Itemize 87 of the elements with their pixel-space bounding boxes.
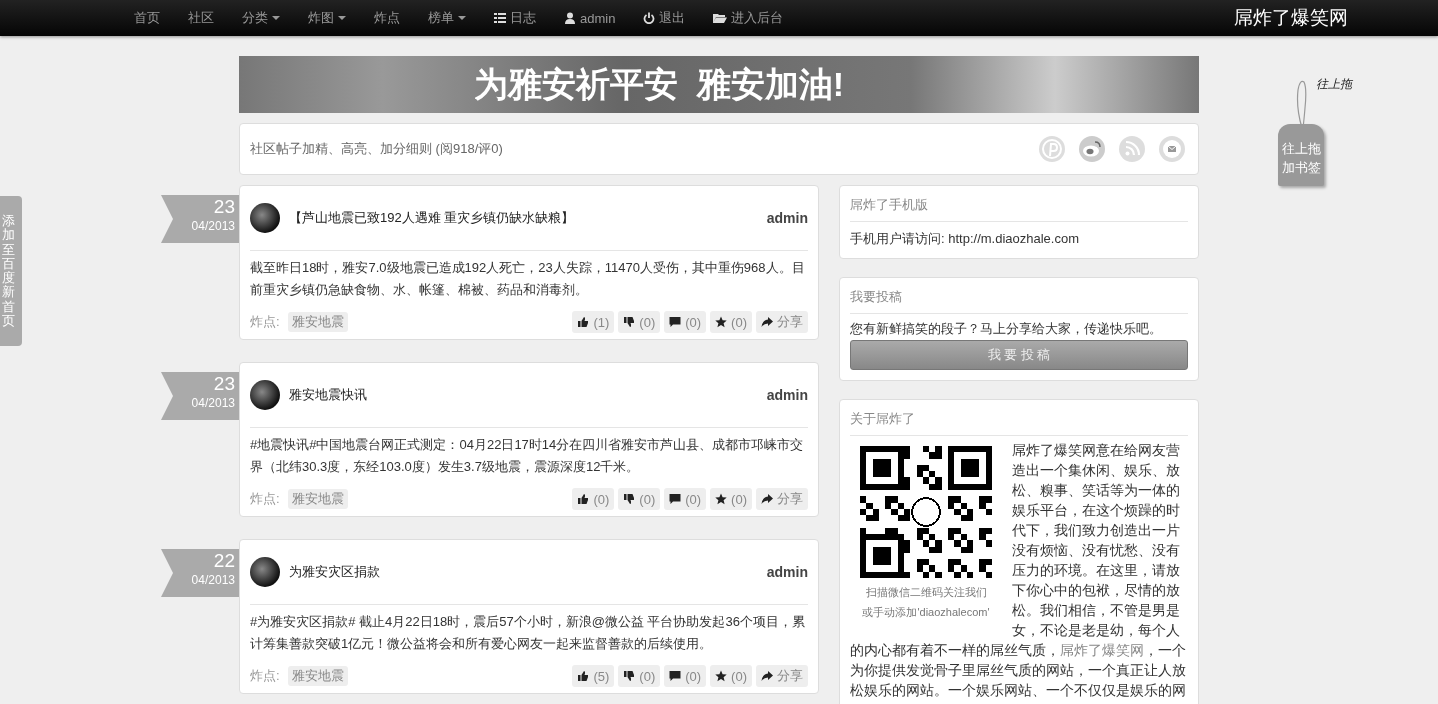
author-link[interactable]: admin (766, 210, 808, 226)
comment-icon (669, 493, 682, 505)
site-link[interactable]: 屌炸了爆笑网 (1060, 642, 1144, 658)
post-body: #地震快讯#中国地震台网正式测定：04月22日17时14分在四川省雅安市芦山县、成都市邛崃市交界（北纬30.3度，东经103.0度）发生3.7级地震，震源深度12千米。 (250, 436, 805, 476)
caret-icon (458, 16, 466, 20)
favorite-button[interactable]: (0) (710, 311, 752, 333)
list-icon (494, 12, 506, 24)
post-title[interactable]: 【芦山地震已致192人遇难 重灾乡镇仍缺水缺粮】 (289, 209, 767, 227)
star-icon (715, 316, 728, 328)
star-icon (715, 493, 728, 505)
share-button[interactable]: 分享 (756, 488, 808, 510)
star-icon (715, 670, 728, 682)
author-link[interactable]: admin (766, 564, 808, 580)
qr-caption: 或手动添加'diaozhalecom' (862, 605, 990, 620)
nav-link[interactable]: 日志 (480, 0, 550, 36)
post-title[interactable]: 雅安地震快讯 (289, 386, 767, 404)
notice-link[interactable]: 社区帖子加精、高亮、加分细则 (阅918/评0) (250, 140, 503, 158)
dislike-button[interactable]: (0) (618, 311, 661, 333)
share-arrow-icon (761, 316, 773, 328)
nav-link[interactable]: 社区 (174, 0, 228, 36)
date-ribbon: 23 04/2013 (161, 195, 239, 243)
caret-icon (272, 16, 280, 20)
share-arrow-icon (761, 670, 773, 682)
post-body: #为雅安灾区捐款# 截止4月22日18时，震后57个小时，新浪@微公益 平台协助发起36个项目，累计筹集善款突破1亿元！微公益将会和所有爱心网友一起来监督善款的后续使用。 (250, 613, 806, 653)
dislike-button[interactable]: (0) (618, 665, 661, 687)
avatar-icon (250, 380, 280, 410)
like-button[interactable]: (5) (572, 665, 615, 687)
nav-link[interactable]: admin (550, 0, 630, 36)
thumbs-up-icon (577, 316, 590, 328)
mail-icon[interactable] (1158, 135, 1186, 163)
thumbs-down-icon (623, 670, 636, 682)
dislike-button[interactable]: (0) (618, 488, 661, 510)
tag-label: 炸点: (250, 490, 280, 508)
nav-link[interactable]: 榜单 (414, 0, 480, 36)
submit-button[interactable]: 我 要 投 稿 (850, 340, 1188, 370)
like-button[interactable]: (1) (572, 311, 615, 333)
add-to-homepage-tab[interactable]: 添加至百度新首页 (0, 196, 22, 347)
nav-link[interactable]: 炸点 (360, 0, 414, 36)
nav-link[interactable]: 进入后台 (699, 0, 798, 36)
nav-link[interactable]: 炸图 (294, 0, 360, 36)
power-icon (643, 12, 656, 24)
comment-icon (669, 316, 682, 328)
author-link[interactable]: admin (766, 387, 808, 403)
share-button[interactable]: 分享 (756, 665, 808, 687)
bookmark-tag[interactable]: 往上拖加书签 (1278, 124, 1324, 186)
comment-icon (669, 670, 682, 682)
favorite-button[interactable]: (0) (710, 488, 752, 510)
about-paragraph: 屌炸了爆笑网意在给网友营造出一个集休闲、娱乐、放松、糗事、笑话等为一体的娱乐平台，在这个烦躁的时代下，我们致力创造出一片没有烦恼、没有忧愁、没有压力的环境。在这里，请放下你心中的包袱，尽情的放松。我们相信，不管是男是女，不论是老是幼，每个人 (1012, 441, 1181, 640)
widget-title: 关于屌炸了 (850, 400, 1188, 436)
thumbs-up-icon (577, 670, 590, 682)
thumbs-down-icon (623, 493, 636, 505)
tag-link[interactable]: 雅安地震 (287, 489, 348, 509)
drag-hint: 往上拖 (1316, 76, 1352, 93)
qr-caption: 扫描微信二维码关注我们 (865, 585, 987, 600)
widget-title: 屌炸了手机版 (850, 186, 1188, 222)
post-body: 截至昨日18时，雅安7.0级地震已造成192人死亡，23人失踪，11470人受伤，其中重伤968人。目前重灾乡镇仍急缺食物、水、帐篷、棉被、药品和消毒剂。 (250, 259, 806, 299)
tag-label: 炸点: (250, 313, 280, 331)
caret-icon (338, 16, 346, 20)
tag-link[interactable]: 雅安地震 (287, 666, 348, 686)
comment-button[interactable]: (0) (664, 311, 707, 333)
share-arrow-icon (761, 493, 773, 505)
thumbs-down-icon (623, 316, 636, 328)
avatar-icon (250, 203, 280, 233)
tag-label: 炸点: (250, 667, 280, 685)
widget-text: 手机用户请访问: http://m.diaozhale.com (850, 230, 1080, 248)
comment-button[interactable]: (0) (664, 665, 707, 687)
avatar-icon (250, 557, 280, 587)
share-button[interactable]: 分享 (756, 311, 808, 333)
nav-link[interactable]: 分类 (228, 0, 294, 36)
thumbs-up-icon (577, 493, 590, 505)
date-ribbon: 22 04/2013 (161, 549, 239, 597)
banner: 为雅安祈平安 雅安加油! (239, 56, 1199, 113)
user-icon (564, 12, 576, 24)
widget-text: 您有新鲜搞笑的段子？马上分享给大家，传递快乐吧。 (850, 320, 1163, 338)
folder-icon (713, 12, 728, 24)
post-title[interactable]: 为雅安灾区捐款 (289, 563, 767, 581)
date-ribbon: 23 04/2013 (161, 372, 239, 420)
like-button[interactable]: (0) (572, 488, 615, 510)
tag-link[interactable]: 雅安地震 (287, 312, 348, 332)
eye-icon[interactable] (1078, 135, 1106, 163)
site-logo[interactable]: 屌炸了爆笑网 (1234, 5, 1348, 31)
widget-title: 我要投稿 (850, 278, 1188, 314)
comment-button[interactable]: (0) (664, 488, 707, 510)
favorite-button[interactable]: (0) (710, 665, 752, 687)
nav-link[interactable]: 退出 (629, 0, 700, 36)
nav-link[interactable]: 首页 (120, 0, 174, 36)
about-paragraph: 的内心都有着不一样的屌丝气质，屌炸了爆笑网，一个为你提供发觉骨子里屌丝气质的网站，一个真正让人放松娱乐的网站。一个娱乐网站、一个不仅仅是娱乐的网 (850, 641, 1187, 700)
